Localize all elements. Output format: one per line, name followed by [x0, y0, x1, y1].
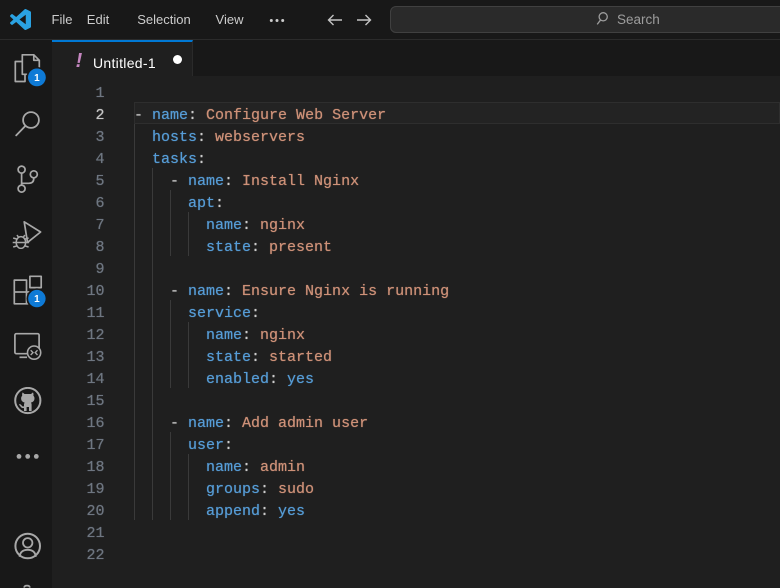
svg-text:1: 1: [34, 294, 40, 305]
svg-text:1: 1: [34, 73, 40, 84]
